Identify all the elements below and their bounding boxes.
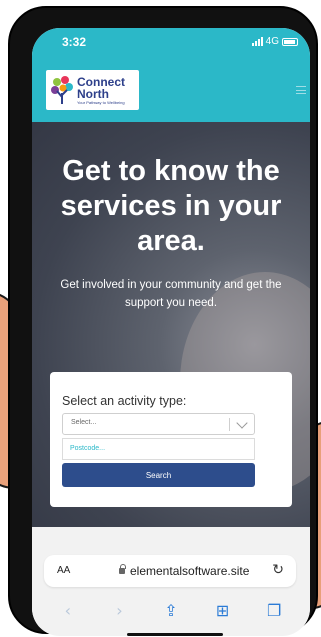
hamburger-menu-icon[interactable] (296, 86, 306, 94)
status-bar: 3:32 4G (32, 28, 310, 64)
text-size-button[interactable]: AA (57, 565, 70, 576)
signal-icon (251, 37, 263, 46)
phone-frame: 3:32 4G Connect North Your Pathway to We… (8, 6, 318, 636)
postcode-placeholder: Postcode... (70, 445, 106, 452)
tree-logo-icon (51, 76, 73, 104)
activity-type-select[interactable]: Select... (62, 413, 255, 435)
home-indicator (127, 633, 223, 636)
logo-text: Connect North Your Pathway to Wellbeing (77, 76, 125, 105)
search-button[interactable]: Search (62, 463, 255, 487)
browser-chrome: AA elementalsoftware.site ↻ ‹ › ⇪ ⊞ ❐ (32, 527, 310, 636)
logo-title-line1: Connect (77, 74, 125, 89)
bookmarks-icon[interactable]: ⊞ (212, 601, 234, 620)
address-bar[interactable]: AA elementalsoftware.site ↻ (44, 555, 296, 587)
logo-tagline: Your Pathway to Wellbeing (77, 99, 125, 105)
activity-type-label: Select an activity type: (62, 394, 187, 408)
chevron-down-icon (236, 417, 248, 429)
lock-icon (119, 564, 126, 574)
logo-title-line2: North (77, 86, 109, 101)
browser-toolbar: ‹ › ⇪ ⊞ ❐ (32, 595, 310, 625)
search-card: Select an activity type: Select... Postc… (50, 372, 292, 507)
status-time: 3:32 (62, 35, 87, 49)
hero-subtitle: Get involved in your community and get t… (60, 279, 282, 309)
phone-screen: 3:32 4G Connect North Your Pathway to We… (32, 28, 310, 636)
status-indicators: 4G (251, 36, 298, 47)
select-value: Select... (71, 419, 97, 426)
reload-icon[interactable]: ↻ (272, 562, 284, 578)
postcode-input[interactable]: Postcode... (62, 438, 255, 460)
tabs-icon[interactable]: ❐ (263, 601, 285, 620)
site-header: Connect North Your Pathway to Wellbeing (32, 64, 310, 122)
site-logo[interactable]: Connect North Your Pathway to Wellbeing (46, 70, 139, 110)
hero-title: Get to know the services in your area. (60, 155, 282, 257)
forward-arrow-icon[interactable]: › (108, 601, 130, 620)
share-icon[interactable]: ⇪ (160, 601, 182, 620)
select-divider (229, 418, 230, 431)
network-label: 4G (265, 36, 279, 47)
battery-icon (282, 37, 298, 46)
back-arrow-icon[interactable]: ‹ (57, 601, 79, 620)
url-text: elementalsoftware.site (130, 564, 250, 578)
